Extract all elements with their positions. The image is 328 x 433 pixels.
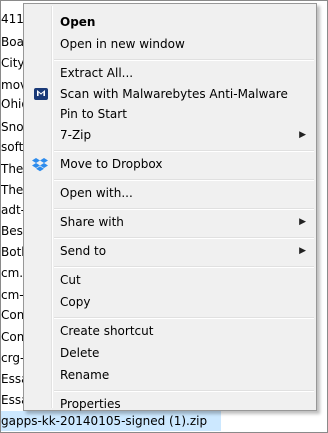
- menu-item-label: Rename: [60, 368, 110, 382]
- menu-item-delete[interactable]: Delete: [26, 342, 314, 364]
- menu-item-send-to[interactable]: Send to ▶: [26, 240, 314, 262]
- menu-item-open-with[interactable]: Open with...: [26, 182, 314, 204]
- menu-item-copy[interactable]: Copy: [26, 291, 314, 313]
- menu-item-label: 7-Zip: [60, 128, 92, 142]
- menu-item-label: Create shortcut: [60, 324, 154, 338]
- menu-item-scan-malwarebytes[interactable]: Scan with Malwarebytes Anti-Malware: [26, 83, 314, 105]
- menu-item-open-new-window[interactable]: Open in new window: [26, 33, 314, 55]
- chevron-right-icon: ▶: [299, 130, 306, 140]
- menu-item-label: Copy: [60, 295, 91, 309]
- menu-separator: [54, 150, 314, 152]
- menu-item-pin-to-start[interactable]: Pin to Start: [26, 103, 314, 125]
- menu-item-label: Cut: [60, 273, 81, 287]
- menu-separator: [54, 59, 314, 61]
- menu-item-create-shortcut[interactable]: Create shortcut: [26, 320, 314, 342]
- chevron-right-icon: ▶: [299, 217, 306, 227]
- menu-item-7zip[interactable]: 7-Zip ▶: [26, 124, 314, 146]
- menu-item-move-to-dropbox[interactable]: Move to Dropbox: [26, 153, 314, 175]
- menu-separator: [54, 237, 314, 239]
- menu-item-share-with[interactable]: Share with ▶: [26, 211, 314, 233]
- menu-separator: [54, 317, 314, 319]
- menu-separator: [54, 179, 314, 181]
- malwarebytes-icon: [34, 88, 48, 100]
- menu-item-label: Send to: [60, 244, 107, 258]
- menu-item-rename[interactable]: Rename: [26, 364, 314, 386]
- chevron-right-icon: ▶: [299, 246, 306, 256]
- menu-item-extract-all[interactable]: Extract All...: [26, 62, 314, 84]
- menu-item-open[interactable]: Open: [26, 11, 314, 33]
- menu-item-label: Share with: [60, 215, 124, 229]
- menu-item-label: Delete: [60, 346, 100, 360]
- dropbox-icon: [32, 156, 48, 172]
- menu-item-label: Open with...: [60, 186, 133, 200]
- menu-separator: [54, 390, 314, 392]
- menu-item-label: Open in new window: [60, 37, 185, 51]
- menu-item-label: Move to Dropbox: [60, 157, 163, 171]
- menu-item-label: Pin to Start: [60, 107, 127, 121]
- menu-item-label: Extract All...: [60, 66, 134, 80]
- menu-item-cut[interactable]: Cut: [26, 269, 314, 291]
- menu-separator: [54, 266, 314, 268]
- menu-item-label: Properties: [60, 397, 121, 411]
- context-menu: Open Open in new window Extract All... S…: [23, 3, 317, 411]
- menu-item-label: Scan with Malwarebytes Anti-Malware: [60, 87, 288, 101]
- menu-item-properties[interactable]: Properties: [26, 393, 314, 415]
- menu-separator: [54, 208, 314, 210]
- menu-item-label: Open: [60, 15, 96, 29]
